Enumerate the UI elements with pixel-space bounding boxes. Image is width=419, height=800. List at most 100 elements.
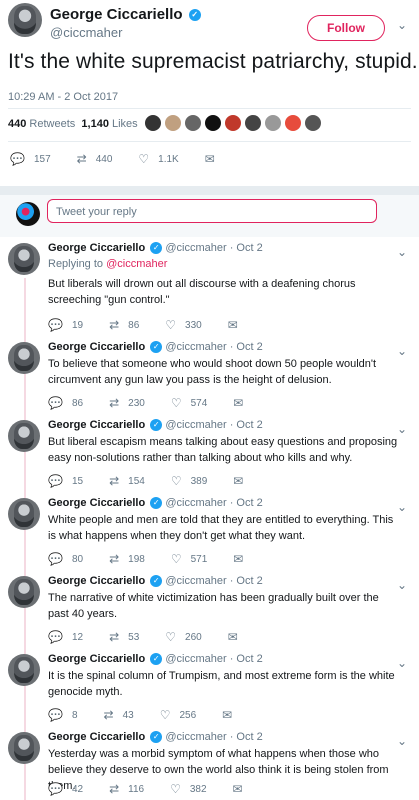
dm-button[interactable]: ✉ xyxy=(222,708,241,722)
dm-button[interactable]: ✉ xyxy=(205,152,224,166)
author-handle[interactable]: @ciccmaher xyxy=(165,653,226,665)
author-handle[interactable]: @ciccmaher xyxy=(165,731,226,743)
author-handle[interactable]: @ciccmaher xyxy=(165,419,226,431)
tweet-timestamp[interactable]: 10:29 AM - 2 Oct 2017 xyxy=(8,91,118,103)
liker-avatar[interactable] xyxy=(265,115,281,131)
chevron-down-icon[interactable]: ⌄ xyxy=(397,344,407,358)
chevron-down-icon[interactable]: ⌄ xyxy=(397,18,407,32)
tweet-date[interactable]: Oct 2 xyxy=(236,653,262,665)
follow-button[interactable]: Follow xyxy=(307,15,385,41)
avatar[interactable] xyxy=(8,3,42,37)
author-handle[interactable]: @ciccmaher xyxy=(50,25,122,40)
retweet-count: 53 xyxy=(128,631,140,643)
author-name[interactable]: George Ciccariello xyxy=(48,497,145,509)
likes-label[interactable]: Likes xyxy=(112,118,138,130)
like-button[interactable]: ♡ 260 xyxy=(165,630,201,644)
liker-avatar[interactable] xyxy=(305,115,321,131)
tweet-date[interactable]: Oct 2 xyxy=(236,242,262,254)
reply-button[interactable]: 💬 86 xyxy=(48,396,83,410)
tweet-date[interactable]: Oct 2 xyxy=(236,731,262,743)
avatar[interactable] xyxy=(8,576,40,608)
reply-tweet[interactable]: George Ciccariello ✓ @ciccmaher · Oct 2 … xyxy=(0,237,419,332)
author-name[interactable]: George Ciccariello xyxy=(48,242,145,254)
reply-button[interactable]: 💬 8 xyxy=(48,708,78,722)
tweet-date[interactable]: Oct 2 xyxy=(236,419,262,431)
reply-tweet[interactable]: George Ciccariello ✓ @ciccmaher · Oct 2 … xyxy=(0,336,419,414)
reply-input[interactable]: Tweet your reply xyxy=(47,199,377,223)
tweet-actions: 💬 86 ⇄ 230 ♡ 574 ✉ xyxy=(48,396,278,410)
liker-avatar[interactable] xyxy=(165,115,181,131)
dm-button[interactable]: ✉ xyxy=(233,782,252,796)
author-name[interactable]: George Ciccariello xyxy=(48,731,145,743)
author-name[interactable]: George Ciccariello xyxy=(48,341,145,353)
chevron-down-icon[interactable]: ⌄ xyxy=(397,578,407,592)
tweet-date[interactable]: Oct 2 xyxy=(236,341,262,353)
like-button[interactable]: ♡ 389 xyxy=(171,474,207,488)
liker-avatar[interactable] xyxy=(285,115,301,131)
retweet-button[interactable]: ⇄ 86 xyxy=(109,318,139,332)
like-button[interactable]: ♡ 330 xyxy=(165,318,201,332)
liker-avatar[interactable] xyxy=(185,115,201,131)
author-name[interactable]: George Ciccariello xyxy=(48,575,145,587)
replying-to-link[interactable]: @ciccmaher xyxy=(106,258,167,270)
avatar[interactable] xyxy=(8,732,40,764)
like-button[interactable]: ♡ 382 xyxy=(170,782,206,796)
reply-button[interactable]: 💬 12 xyxy=(48,630,83,644)
dm-button[interactable]: ✉ xyxy=(228,318,247,332)
reply-tweet[interactable]: George Ciccariello ✓ @ciccmaher · Oct 2 … xyxy=(0,570,419,648)
tweet-date[interactable]: Oct 2 xyxy=(236,497,262,509)
liker-avatar[interactable] xyxy=(205,115,221,131)
tweet-date[interactable]: Oct 2 xyxy=(236,575,262,587)
reply-button[interactable]: 💬 80 xyxy=(48,552,83,566)
reply-button[interactable]: 💬 157 xyxy=(10,152,51,166)
author-handle[interactable]: @ciccmaher xyxy=(165,341,226,353)
user-avatar xyxy=(16,202,40,226)
retweet-button[interactable]: ⇄ 198 xyxy=(109,552,145,566)
author-name-text[interactable]: George Ciccariello xyxy=(50,6,183,23)
like-button[interactable]: ♡ 256 xyxy=(160,708,196,722)
retweet-button[interactable]: ⇄ 440 xyxy=(77,152,113,166)
avatar[interactable] xyxy=(8,420,40,452)
chevron-down-icon[interactable]: ⌄ xyxy=(397,500,407,514)
retweet-button[interactable]: ⇄ 53 xyxy=(109,630,139,644)
reply-tweet[interactable]: George Ciccariello ✓ @ciccmaher · Oct 2 … xyxy=(0,648,419,726)
reply-button[interactable]: 💬 19 xyxy=(48,318,83,332)
author-handle[interactable]: @ciccmaher xyxy=(165,497,226,509)
author-name[interactable]: George Ciccariello xyxy=(48,653,145,665)
reply-tweet[interactable]: George Ciccariello ✓ @ciccmaher · Oct 2 … xyxy=(0,414,419,492)
author-handle[interactable]: @ciccmaher xyxy=(165,575,226,587)
liker-avatar[interactable] xyxy=(145,115,161,131)
retweet-button[interactable]: ⇄ 154 xyxy=(109,474,145,488)
liker-avatar[interactable] xyxy=(225,115,241,131)
dm-button[interactable]: ✉ xyxy=(228,630,247,644)
reply-tweet[interactable]: George Ciccariello ✓ @ciccmaher · Oct 2 … xyxy=(0,726,419,800)
chevron-down-icon[interactable]: ⌄ xyxy=(397,245,407,259)
liker-avatar[interactable] xyxy=(245,115,261,131)
reply-button[interactable]: 💬 42 xyxy=(48,782,83,796)
dm-button[interactable]: ✉ xyxy=(233,552,252,566)
reply-count: 42 xyxy=(71,783,84,795)
chevron-down-icon[interactable]: ⌄ xyxy=(397,734,407,748)
author-handle[interactable]: @ciccmaher xyxy=(165,242,226,254)
dm-button[interactable]: ✉ xyxy=(233,474,252,488)
avatar[interactable] xyxy=(8,498,40,530)
avatar[interactable] xyxy=(8,243,40,275)
chevron-down-icon[interactable]: ⌄ xyxy=(397,422,407,436)
reply-button[interactable]: 💬 15 xyxy=(48,474,83,488)
retweet-button[interactable]: ⇄ 230 xyxy=(109,396,145,410)
reply-tweet[interactable]: George Ciccariello ✓ @ciccmaher · Oct 2 … xyxy=(0,492,419,570)
chevron-down-icon[interactable]: ⌄ xyxy=(397,656,407,670)
like-button[interactable]: ♡ 574 xyxy=(171,396,207,410)
retweet-count[interactable]: 440 xyxy=(8,118,26,130)
author-name[interactable]: George Ciccariello ✓ xyxy=(50,6,201,23)
like-button[interactable]: ♡ 1.1K xyxy=(138,152,178,166)
retweet-button[interactable]: ⇄ 43 xyxy=(104,708,134,722)
retweets-label[interactable]: Retweets xyxy=(29,118,75,130)
like-button[interactable]: ♡ 571 xyxy=(171,552,207,566)
avatar[interactable] xyxy=(8,654,40,686)
avatar[interactable] xyxy=(8,342,40,374)
like-count[interactable]: 1,140 xyxy=(81,118,109,130)
dm-button[interactable]: ✉ xyxy=(233,396,252,410)
retweet-button[interactable]: ⇄ 116 xyxy=(109,782,144,796)
author-name[interactable]: George Ciccariello xyxy=(48,419,145,431)
